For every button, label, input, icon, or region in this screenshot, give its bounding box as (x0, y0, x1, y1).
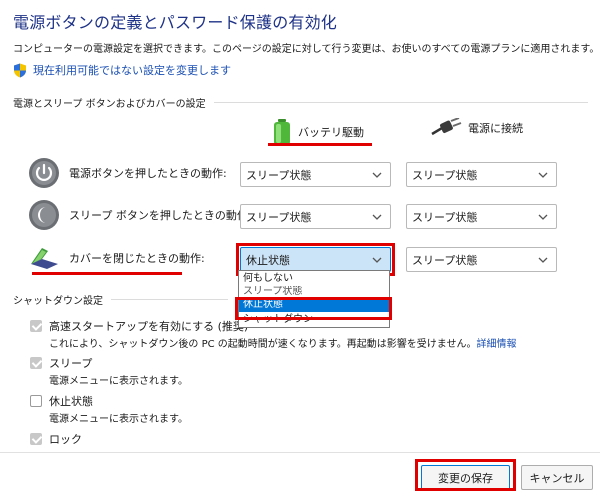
lid-close-row: カバーを閉じたときの動作: (28, 242, 205, 274)
sleep-button-battery-select[interactable]: スリープ状態 (240, 204, 391, 229)
chevron-down-icon (538, 172, 548, 178)
power-section-heading-text: 電源とスリープ ボタンおよびカバーの設定 (13, 99, 206, 110)
page-title: 電源ボタンの定義とパスワード保護の有効化 (13, 13, 338, 32)
chevron-down-icon (538, 214, 548, 220)
dropdown-option[interactable]: シャットダウン (239, 312, 389, 327)
lid-close-plugged-value: スリープ状態 (412, 253, 478, 267)
power-button-plugged-select[interactable]: スリープ状態 (406, 162, 557, 187)
lid-action-dropdown-list[interactable]: 何もしない スリープ状態 休止状態 シャットダウン (238, 270, 390, 328)
uac-shield-icon (14, 63, 26, 77)
save-changes-button[interactable]: 変更の保存 (421, 465, 510, 490)
dropdown-option[interactable]: 何もしない (239, 271, 389, 286)
dropdown-option-selected[interactable]: 休止状態 (239, 297, 389, 312)
lid-close-label: カバーを閉じたときの動作: (69, 252, 205, 265)
power-button-row: 電源ボタンを押したときの動作: (28, 157, 227, 189)
lock-option[interactable]: ロック (30, 431, 82, 447)
chevron-down-icon (372, 172, 382, 178)
sleep-button-icon (29, 200, 59, 230)
power-button-label: 電源ボタンを押したときの動作: (69, 167, 227, 180)
lock-option-label: ロック (49, 433, 82, 446)
power-button-plugged-value: スリープ状態 (412, 168, 478, 182)
lid-close-plugged-select[interactable]: スリープ状態 (406, 247, 557, 272)
laptop-lid-icon (31, 248, 58, 269)
fast-startup-label: 高速スタートアップを有効にする (推奨) (49, 320, 249, 333)
hibernate-option-label: 休止状態 (49, 395, 93, 408)
hibernate-option[interactable]: 休止状態 (30, 393, 93, 409)
battery-column-header: バッテリ駆動 (272, 118, 364, 146)
cancel-button[interactable]: キャンセル (521, 465, 593, 490)
page-description: コンピューターの電源設定を選択できます。このページの設定に対して行う変更は、お使… (13, 44, 600, 55)
chevron-down-icon (538, 257, 548, 263)
battery-icon (274, 119, 290, 145)
change-settings-row[interactable]: 現在利用可能ではない設定を変更します (13, 62, 231, 78)
fast-startup-option[interactable]: 高速スタートアップを有効にする (推奨) (30, 318, 248, 334)
power-plug-icon (431, 118, 462, 136)
sleep-button-row: スリープ ボタンを押したときの動作: (28, 199, 252, 231)
sleep-option-label: スリープ (49, 357, 93, 370)
chevron-down-icon (372, 257, 382, 263)
power-section-heading: 電源とスリープ ボタンおよびカバーの設定 (13, 95, 588, 110)
section-divider (111, 299, 228, 300)
dropdown-option[interactable]: スリープ状態 (239, 286, 389, 297)
sleep-option-description: 電源メニューに表示されます。 (49, 376, 188, 387)
footer-divider (0, 452, 600, 453)
sleep-button-plugged-select[interactable]: スリープ状態 (406, 204, 557, 229)
power-button-icon (29, 158, 59, 188)
sleep-button-plugged-value: スリープ状態 (412, 210, 478, 224)
lid-close-battery-value: 休止状態 (246, 253, 290, 267)
hibernate-checkbox[interactable] (30, 395, 42, 407)
fast-startup-checkbox[interactable] (30, 320, 42, 332)
power-button-battery-value: スリープ状態 (246, 168, 312, 182)
chevron-down-icon (372, 214, 382, 220)
hibernate-option-description: 電源メニューに表示されます。 (49, 414, 188, 425)
sleep-button-label: スリープ ボタンを押したときの動作: (69, 209, 252, 222)
battery-highlight-underline (268, 143, 372, 146)
lock-checkbox[interactable] (30, 433, 42, 445)
plugged-column-header: 電源に接続 (430, 118, 523, 138)
fast-startup-description: これにより、シャットダウン後の PC の起動時間が速くなります。再起動は影響を受… (49, 335, 516, 350)
sleep-option[interactable]: スリープ (30, 355, 92, 371)
change-settings-link[interactable]: 現在利用可能ではない設定を変更します (33, 62, 231, 78)
details-link[interactable]: 詳細情報 (476, 339, 516, 350)
fast-startup-desc-text: これにより、シャットダウン後の PC の起動時間が速くなります。再起動は影響を受… (49, 339, 477, 350)
sleep-checkbox[interactable] (30, 357, 42, 369)
plugged-column-label: 電源に接続 (468, 122, 523, 135)
sleep-button-battery-value: スリープ状態 (246, 210, 312, 224)
battery-column-label: バッテリ駆動 (298, 126, 364, 139)
shutdown-section-heading-text: シャットダウン設定 (13, 296, 103, 307)
lid-close-battery-select[interactable]: 休止状態 (240, 247, 391, 272)
section-divider (213, 102, 588, 103)
power-button-battery-select[interactable]: スリープ状態 (240, 162, 391, 187)
lid-highlight-underline (32, 272, 182, 275)
